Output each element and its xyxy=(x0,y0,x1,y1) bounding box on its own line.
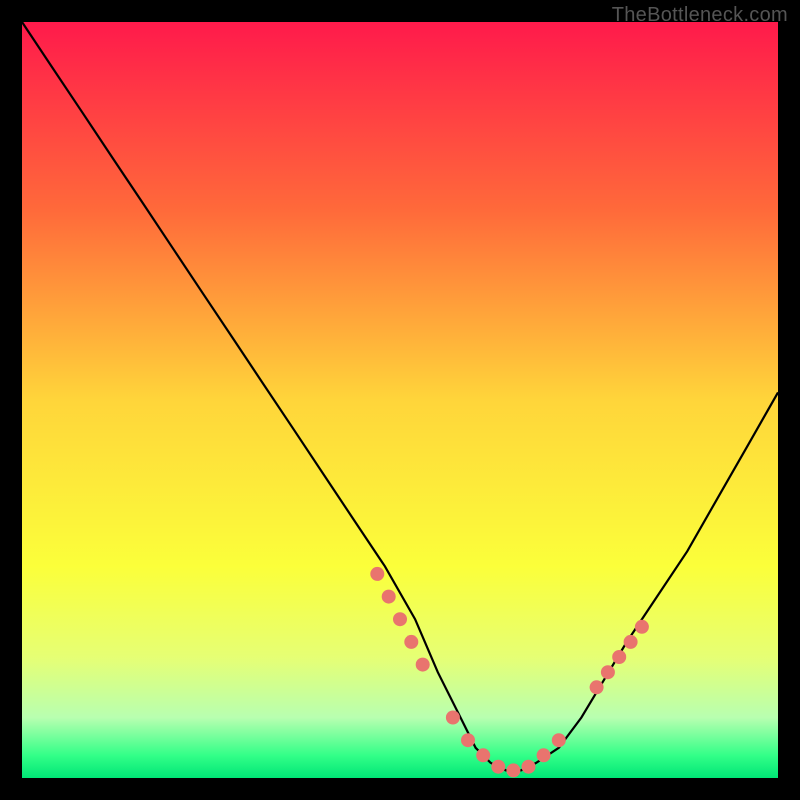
chart-svg xyxy=(0,0,800,800)
marker-point xyxy=(370,567,384,581)
marker-point xyxy=(522,760,536,774)
marker-point xyxy=(635,620,649,634)
marker-point xyxy=(552,733,566,747)
marker-point xyxy=(506,763,520,777)
marker-point xyxy=(601,665,615,679)
marker-point xyxy=(393,612,407,626)
marker-point xyxy=(476,748,490,762)
watermark: TheBottleneck.com xyxy=(612,4,788,27)
marker-point xyxy=(590,680,604,694)
marker-point xyxy=(404,635,418,649)
bottleneck-chart: TheBottleneck.com xyxy=(0,0,800,800)
marker-point xyxy=(446,711,460,725)
marker-point xyxy=(537,748,551,762)
marker-point xyxy=(624,635,638,649)
marker-point xyxy=(461,733,475,747)
marker-point xyxy=(612,650,626,664)
plot-area xyxy=(22,22,778,778)
marker-point xyxy=(491,760,505,774)
marker-point xyxy=(416,658,430,672)
marker-point xyxy=(382,590,396,604)
